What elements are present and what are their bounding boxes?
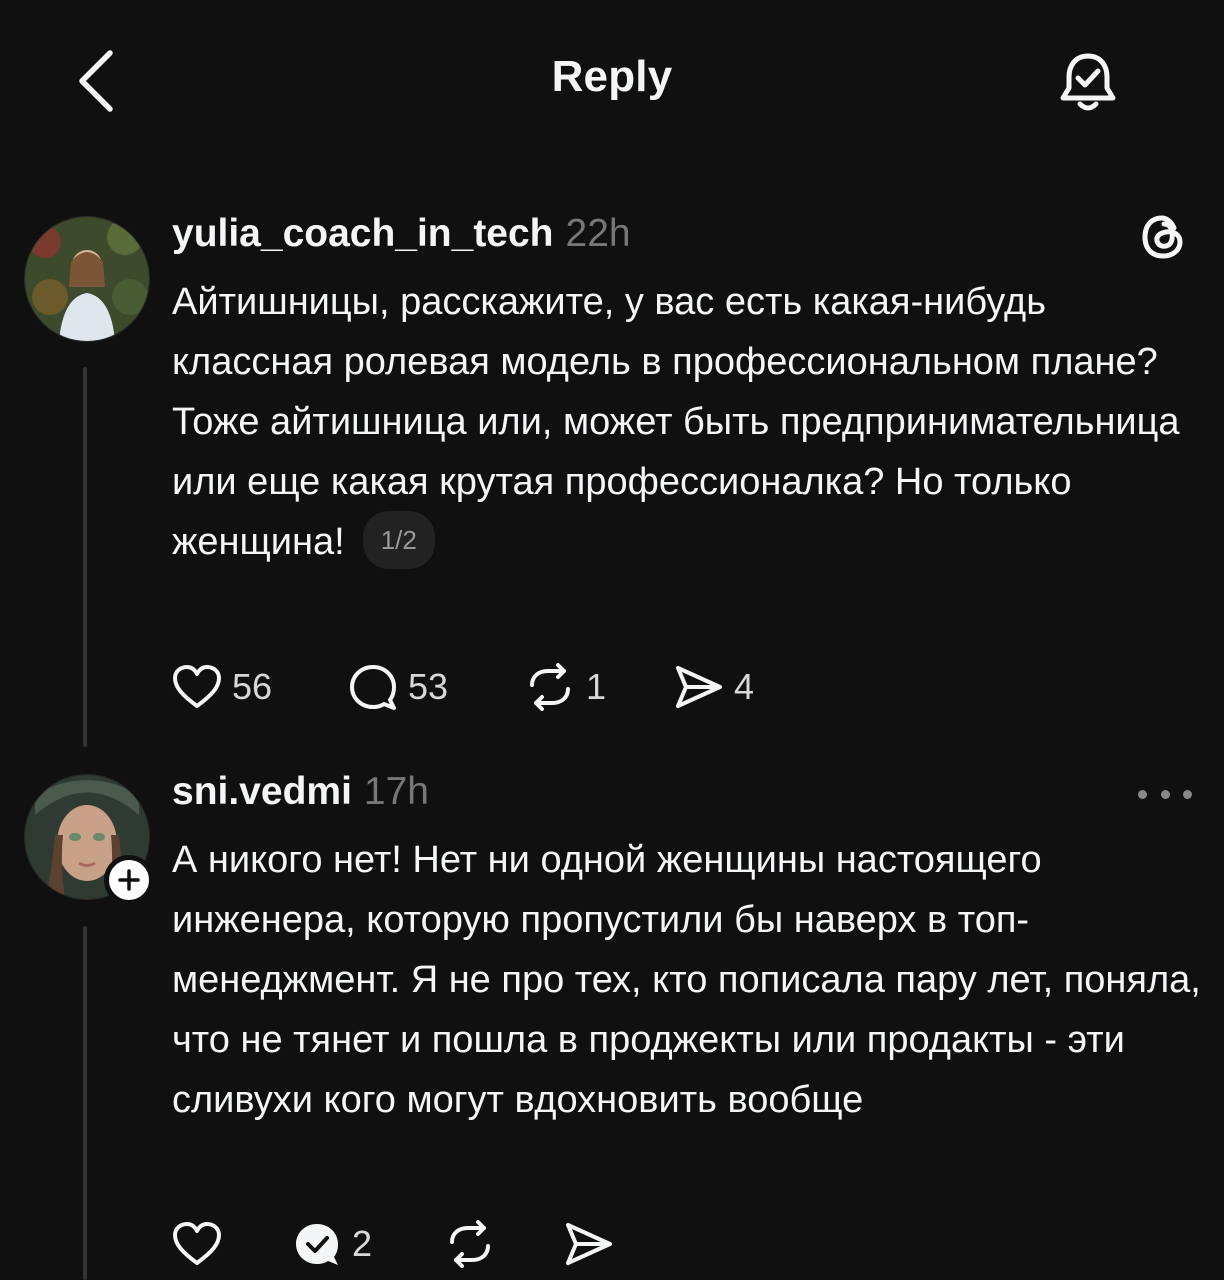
heart-icon	[173, 665, 221, 708]
more-dots-icon	[1160, 789, 1170, 799]
post-text-block: А никого нет! Нет ни одной женщины насто…	[172, 830, 1202, 1130]
speech-bubble-check-icon	[296, 1224, 338, 1265]
repost-count: 1	[586, 666, 607, 707]
repost-button[interactable]	[444, 1214, 564, 1274]
comment-count: 53	[408, 666, 449, 707]
avatar-photo	[25, 217, 149, 341]
notifications-button[interactable]	[1052, 46, 1124, 118]
heart-icon	[173, 1222, 221, 1265]
avatar[interactable]	[24, 216, 150, 342]
more-options-button[interactable]	[1138, 776, 1192, 812]
post-time: 17h	[363, 770, 429, 813]
post-text-block: Айтишницы, расскажите, у вас есть какая-…	[172, 272, 1202, 573]
thread-pager-badge: 1/2	[362, 510, 435, 569]
comment-count: 2	[352, 1223, 373, 1264]
share-count: 4	[734, 666, 755, 707]
send-icon	[566, 1223, 612, 1265]
like-count: 56	[232, 666, 273, 707]
comment-button[interactable]: 2	[292, 1214, 444, 1274]
follow-button[interactable]	[104, 855, 154, 905]
threads-logo-button[interactable]	[1138, 212, 1188, 262]
repost-icon	[450, 1220, 490, 1268]
plus-icon	[118, 869, 140, 891]
post-text: Айтишницы, расскажите, у вас есть какая-…	[172, 281, 1180, 563]
repost-button[interactable]: 1	[524, 657, 674, 717]
speech-bubble-icon	[350, 665, 396, 710]
thread-line	[83, 926, 87, 1280]
like-button[interactable]	[172, 1214, 292, 1274]
share-button[interactable]: 4	[674, 657, 794, 717]
threads-logo-icon	[1142, 215, 1183, 259]
post-time: 22h	[565, 212, 631, 255]
send-icon	[676, 666, 722, 708]
repost-icon	[530, 663, 570, 711]
more-dots-icon	[1183, 789, 1192, 799]
username[interactable]: sni.vedmi	[172, 770, 352, 813]
post-actions: 56 53 1 4	[172, 657, 794, 717]
username[interactable]: yulia_coach_in_tech	[172, 212, 554, 255]
post-actions: 2	[172, 1214, 644, 1274]
comment-button[interactable]: 53	[348, 657, 524, 717]
thread-line	[83, 367, 87, 747]
more-dots-icon	[1138, 789, 1147, 799]
like-button[interactable]: 56	[172, 657, 348, 717]
page-title: Reply	[551, 52, 673, 101]
top-bar: Reply	[0, 0, 1224, 165]
post-author[interactable]: yulia_coach_in_tech 22h	[172, 212, 631, 256]
post-author[interactable]: sni.vedmi 17h	[172, 770, 429, 814]
post-text: А никого нет! Нет ни одной женщины насто…	[172, 839, 1201, 1121]
bell-check-icon	[1060, 53, 1116, 111]
share-button[interactable]	[564, 1214, 644, 1274]
